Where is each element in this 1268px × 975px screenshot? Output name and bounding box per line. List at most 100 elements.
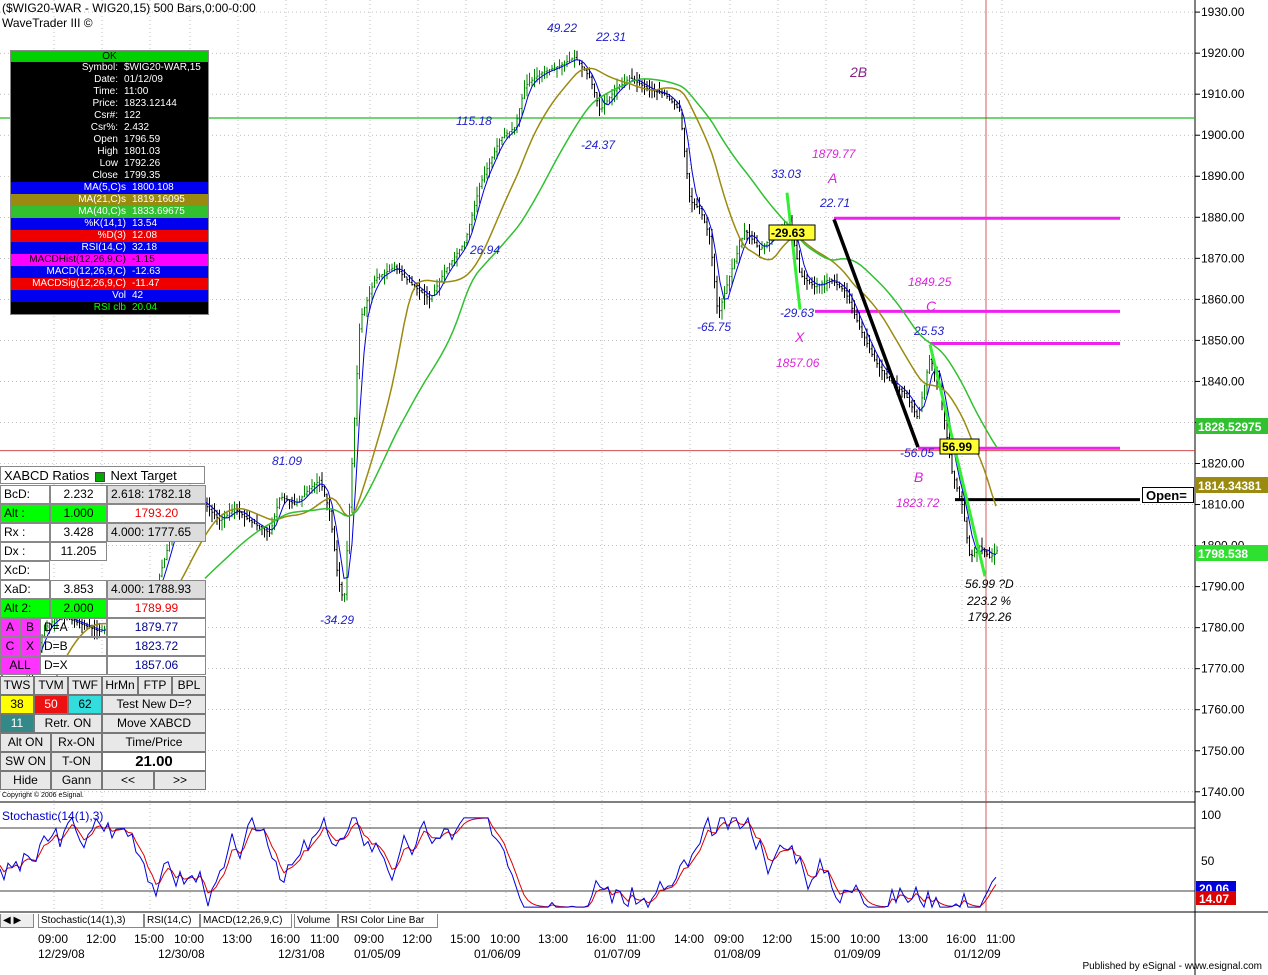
- rx-on-button[interactable]: Rx-ON: [51, 733, 102, 752]
- y-tick-label: 1860.00: [1201, 292, 1245, 306]
- indicator-name: RSI clb: [93, 302, 126, 313]
- info-key: Open: [93, 134, 118, 145]
- t-on-button[interactable]: T-ON: [51, 752, 102, 771]
- indicator-name: %K(14,1): [84, 218, 126, 229]
- alt-on-button[interactable]: Alt ON: [0, 733, 51, 752]
- x-date-label: 01/08/09: [714, 947, 761, 961]
- x-date-label: 01/12/09: [954, 947, 1001, 961]
- xad-target: 4.000: 1788.93: [107, 580, 206, 599]
- axis-badge-text: 1798.538: [1198, 547, 1248, 561]
- indicator-value: 1800.108: [132, 182, 174, 193]
- ftp-button[interactable]: FTP: [138, 676, 172, 695]
- tab-rsi-color-line-bar[interactable]: RSI Color Line Bar: [338, 914, 438, 928]
- indicator-name: MA(5,C)s: [83, 182, 126, 193]
- indicator-name: %D(3): [97, 230, 126, 241]
- alt2-label[interactable]: Alt 2:: [0, 599, 50, 618]
- info-value: 122: [124, 110, 141, 121]
- price-annotation: 1823.72: [896, 496, 940, 510]
- hide-button[interactable]: Hide: [0, 771, 51, 790]
- indicator-value: 1833.69675: [132, 206, 185, 217]
- stoch-d-line: [0, 817, 997, 908]
- time-price-button[interactable]: Time/Price: [102, 733, 206, 752]
- info-key: Close: [92, 170, 118, 181]
- x-date-label: 12/30/08: [158, 947, 205, 961]
- indicator-row: %K(14,1) 13.54: [11, 218, 208, 230]
- point-b-button[interactable]: B: [20, 618, 40, 637]
- price-annotation: 115.18: [456, 114, 492, 128]
- tvm-button[interactable]: TVM: [34, 676, 68, 695]
- level-11-button[interactable]: 11: [0, 714, 34, 733]
- d-equals-a-value: 1879.77: [107, 618, 206, 637]
- retr-on-button[interactable]: Retr. ON: [34, 714, 102, 733]
- study-header: WaveTrader III ©: [2, 16, 93, 30]
- next-target-checkbox[interactable]: [94, 471, 105, 482]
- axis-badge-text: 1828.52975: [1198, 420, 1262, 434]
- xabcd-title: XABCD Ratios: [4, 468, 90, 483]
- indicator-name: MACDHist(12,26,9,C): [29, 254, 126, 265]
- info-value: 2.432: [124, 122, 150, 133]
- sw-on-button[interactable]: SW ON: [0, 752, 51, 771]
- next-button[interactable]: >>: [154, 771, 206, 790]
- y-tick-label: 1850.00: [1201, 333, 1245, 347]
- hrmn-button[interactable]: HrMn: [102, 676, 138, 695]
- bcd-value: 2.232: [50, 485, 107, 504]
- tws-button[interactable]: TWS: [0, 676, 34, 695]
- info-value: 1796.59: [124, 134, 161, 145]
- fib-62-button[interactable]: 62: [68, 695, 102, 714]
- tab-stochastic[interactable]: Stochastic(14(1),3): [38, 914, 144, 928]
- price-annotation: -24.37: [581, 138, 616, 152]
- info-row: Symbol: $WIG20-WAR,15: [11, 62, 208, 74]
- info-key: Date:: [94, 74, 118, 85]
- point-x-button[interactable]: X: [20, 637, 40, 656]
- indicator-name: RSI(14,C): [81, 242, 126, 253]
- all-points-button[interactable]: ALL: [0, 656, 40, 675]
- time-price-value: 21.00: [102, 752, 206, 771]
- point-c-button[interactable]: C: [0, 637, 20, 656]
- x-time-label: 11:00: [986, 932, 1015, 946]
- move-xabcd-button[interactable]: Move XABCD: [102, 714, 206, 733]
- tab-volume[interactable]: Volume: [294, 914, 338, 928]
- info-row: Csr%: 2.432: [11, 122, 208, 134]
- x-time-label: 15:00: [134, 932, 164, 946]
- info-row: Csr#: 122: [11, 110, 208, 122]
- x-time-label: 10:00: [490, 932, 520, 946]
- tab-macd[interactable]: MACD(12,26,9,C): [200, 914, 292, 928]
- price-annotation: X: [794, 329, 805, 345]
- xabcd-header: XABCD Ratios Next Target: [0, 466, 205, 484]
- price-annotation: 22.71: [819, 196, 850, 210]
- info-row: Date: 01/12/09: [11, 74, 208, 86]
- info-row: Open 1796.59: [11, 134, 208, 146]
- tab-rsi[interactable]: RSI(14,C): [144, 914, 200, 928]
- previous-button[interactable]: <<: [102, 771, 154, 790]
- alt-value: 1.000: [50, 504, 107, 523]
- indicator-row: %D(3) 12.08: [11, 230, 208, 242]
- twf-button[interactable]: TWF: [68, 676, 102, 695]
- info-value: 1823.12144: [124, 98, 177, 109]
- info-key: Csr#:: [94, 110, 118, 121]
- alt2-value: 2.000: [50, 599, 107, 618]
- bpl-button[interactable]: BPL: [172, 676, 206, 695]
- x-time-label: 13:00: [222, 932, 252, 946]
- price-annotation: -65.75: [697, 320, 731, 334]
- x-time-label: 10:00: [850, 932, 880, 946]
- price-annotation: 22.31: [595, 30, 626, 44]
- x-date-label: 12/29/08: [38, 947, 85, 961]
- alt-label[interactable]: Alt :: [0, 504, 50, 523]
- tab-scroll-arrows[interactable]: ◀ ▶: [0, 914, 34, 928]
- gann-button[interactable]: Gann: [51, 771, 102, 790]
- test-new-d-button[interactable]: Test New D=?: [102, 695, 206, 714]
- boxed-annotation: 56.99: [942, 440, 972, 454]
- info-value: 11:00: [124, 86, 149, 97]
- price-annotation: 25.53: [913, 324, 944, 338]
- info-row: Price: 1823.12144: [11, 98, 208, 110]
- fib-38-button[interactable]: 38: [0, 695, 34, 714]
- x-time-label: 09:00: [714, 932, 744, 946]
- copyright-text: Copyright © 2006 eSignal.: [2, 792, 84, 799]
- fib-50-button[interactable]: 50: [34, 695, 68, 714]
- rx-label: Rx :: [0, 523, 50, 542]
- x-time-label: 09:00: [38, 932, 68, 946]
- indicator-value: 1819.16095: [132, 194, 185, 205]
- point-a-button[interactable]: A: [0, 618, 20, 637]
- axis-badge-text: 1814.34381: [1198, 479, 1262, 493]
- y-tick-label: 1930.00: [1201, 5, 1245, 19]
